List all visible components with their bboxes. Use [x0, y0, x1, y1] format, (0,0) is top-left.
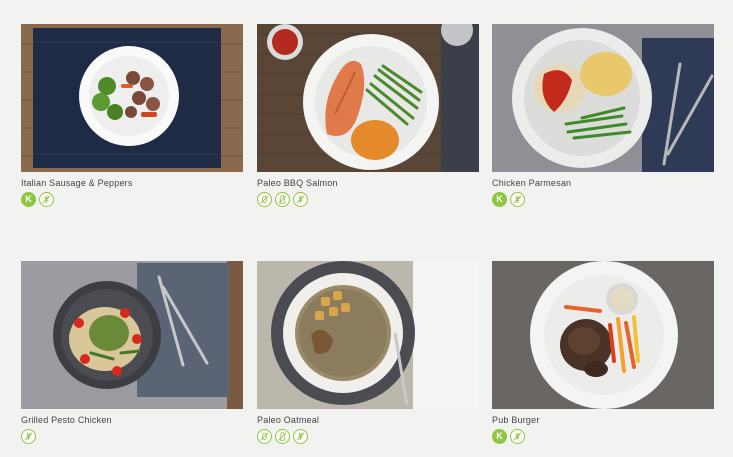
no-gluten-icon: [510, 429, 525, 444]
k-icon: K: [21, 192, 36, 207]
meal-card-chicken-parmesan[interactable]: Chicken Parmesan K: [492, 24, 714, 207]
diet-badges: [257, 429, 479, 444]
meal-card-pub-burger[interactable]: Pub Burger K: [492, 261, 714, 444]
no-dairy-icon: [275, 192, 290, 207]
no-gluten-icon: [39, 192, 54, 207]
meal-photo-chicken-parmesan[interactable]: [492, 24, 714, 172]
k-icon: K: [492, 429, 507, 444]
k-icon-label: K: [496, 431, 503, 441]
k-icon-label: K: [496, 194, 503, 204]
diet-badges: K: [492, 192, 714, 207]
meal-name[interactable]: Chicken Parmesan: [492, 178, 714, 190]
meal-name[interactable]: Paleo BBQ Salmon: [257, 178, 479, 190]
k-icon: K: [492, 192, 507, 207]
no-gluten-icon: [510, 192, 525, 207]
diet-badges: [257, 192, 479, 207]
diet-badges: K: [21, 192, 243, 207]
meal-photo-paleo-oatmeal[interactable]: [257, 261, 479, 409]
meal-card-paleo-oatmeal[interactable]: Paleo Oatmeal: [257, 261, 479, 444]
no-dairy-icon: [275, 429, 290, 444]
meal-name[interactable]: Italian Sausage & Peppers: [21, 178, 243, 190]
meal-card-grilled-pesto-chicken[interactable]: Grilled Pesto Chicken: [21, 261, 243, 444]
no-grain-icon: [257, 429, 272, 444]
meal-photo-italian-sausage[interactable]: [21, 24, 243, 172]
meal-photo-pub-burger[interactable]: [492, 261, 714, 409]
no-gluten-icon: [293, 429, 308, 444]
no-grain-icon: [257, 192, 272, 207]
meal-card-italian-sausage[interactable]: Italian Sausage & Peppers K: [21, 24, 243, 207]
diet-badges: [21, 429, 243, 444]
meal-name[interactable]: Pub Burger: [492, 415, 714, 427]
no-gluten-icon: [293, 192, 308, 207]
meal-card-paleo-bbq-salmon[interactable]: Paleo BBQ Salmon: [257, 24, 479, 207]
no-gluten-icon: [21, 429, 36, 444]
meal-photo-paleo-bbq-salmon[interactable]: [257, 24, 479, 172]
meal-name[interactable]: Paleo Oatmeal: [257, 415, 479, 427]
meal-photo-grilled-pesto-chicken[interactable]: [21, 261, 243, 409]
k-icon-label: K: [25, 194, 32, 204]
meal-name[interactable]: Grilled Pesto Chicken: [21, 415, 243, 427]
diet-badges: K: [492, 429, 714, 444]
